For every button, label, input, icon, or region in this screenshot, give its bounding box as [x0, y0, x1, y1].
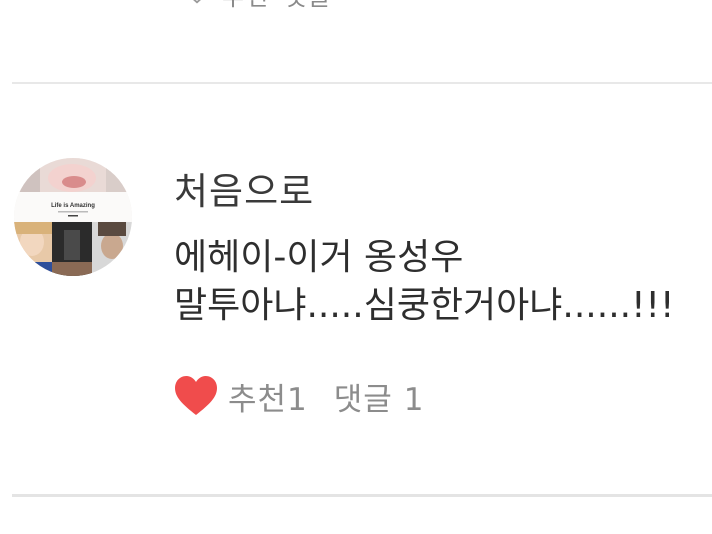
comment-body-line: 에헤이-이거 옹성우 — [174, 237, 464, 278]
comment-body: 에헤이-이거 옹성우 말투아냐.....심쿵한거아냐......!!! — [174, 234, 712, 330]
previous-comment-actions: 추천 댓글 — [186, 0, 332, 11]
heart-icon[interactable] — [174, 375, 218, 417]
comment-author[interactable]: 처음으로 — [174, 161, 314, 215]
reply-button[interactable]: 댓글 1 — [334, 374, 425, 419]
comment-body-line: 말투아냐.....심쿵한거아냐......!!! — [174, 285, 675, 326]
like-label: 추천1 — [228, 381, 308, 418]
previous-like-label[interactable]: 추천 — [222, 0, 270, 12]
like-button[interactable]: 추천1 — [174, 374, 308, 419]
previous-reply-label[interactable]: 댓글 — [284, 0, 332, 12]
like-count: 1 — [287, 381, 308, 418]
heart-outline-icon[interactable] — [186, 0, 208, 5]
comment-actions: 추천1 댓글 1 — [174, 374, 424, 418]
divider — [12, 82, 712, 84]
avatar[interactable]: Life is Amazing — [14, 158, 132, 276]
reply-label: 댓글 1 — [333, 381, 425, 418]
divider — [12, 494, 712, 497]
avatar-caption: Life is Amazing — [51, 203, 95, 209]
reply-count: 1 — [403, 381, 425, 418]
comment-list: 추천 댓글 Life is Amazing — [0, 0, 712, 534]
